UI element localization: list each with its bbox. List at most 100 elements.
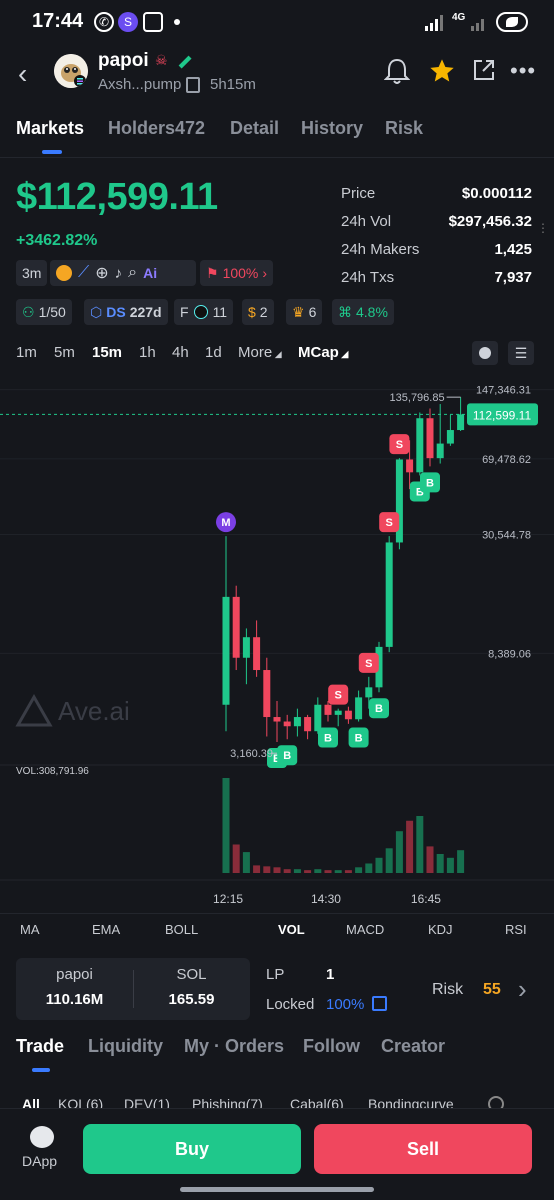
ind-macd[interactable]: MACD bbox=[346, 922, 384, 937]
ind-ema[interactable]: EMA bbox=[92, 922, 120, 937]
stat-label-txs: 24h Txs bbox=[341, 269, 395, 286]
marker-label: S bbox=[386, 517, 393, 529]
tab-liquidity[interactable]: Liquidity bbox=[88, 1036, 163, 1057]
share-icon[interactable] bbox=[472, 58, 496, 82]
bell-icon[interactable] bbox=[384, 57, 410, 85]
risk-chevron-icon[interactable]: › bbox=[518, 974, 527, 1005]
tab-creator[interactable]: Creator bbox=[381, 1036, 445, 1057]
settings-icon[interactable]: ☰ bbox=[508, 341, 534, 365]
tab-detail[interactable]: Detail bbox=[230, 118, 279, 139]
watermark-text: Ave.ai bbox=[58, 696, 130, 726]
tf-more[interactable]: More ◢ bbox=[238, 344, 282, 361]
high-marker-label: 135,796.85 bbox=[390, 392, 445, 404]
token-address[interactable]: Axsh...pump bbox=[98, 76, 181, 93]
volume-bar bbox=[293, 869, 301, 873]
f-chip[interactable]: F 11 bbox=[174, 299, 234, 325]
stat-label-price: Price bbox=[341, 185, 376, 202]
bag-chip[interactable]: $ 2 bbox=[242, 299, 274, 325]
external-link-icon[interactable] bbox=[372, 996, 387, 1011]
caret-icon: ◢ bbox=[272, 349, 282, 359]
candle-body bbox=[344, 710, 352, 720]
filter-row: All KOL(6) DEV(1) Phishing(7) Cabal(6) B… bbox=[0, 1086, 554, 1110]
tiktok-icon[interactable]: ♪ bbox=[115, 265, 123, 282]
volume-label: VOL:308,791.96 bbox=[16, 766, 89, 777]
locked-label: Locked bbox=[266, 996, 315, 1013]
tab-history[interactable]: History bbox=[301, 118, 363, 139]
globe-icon[interactable]: ⊕ bbox=[95, 263, 108, 283]
pool-left-value: 110.16M bbox=[45, 991, 104, 1008]
coin-icon[interactable] bbox=[56, 265, 72, 281]
trophy-chip[interactable]: ♛ 6 bbox=[286, 299, 323, 325]
marker-label: B bbox=[324, 733, 332, 745]
price-chart[interactable]: Ave.ai MB BBSBSBSBBS 147,346.3169,478.623… bbox=[0, 368, 554, 913]
tf-mcap[interactable]: MCap ◢ bbox=[298, 344, 348, 361]
sell-button[interactable]: Sell bbox=[314, 1124, 532, 1174]
bundle-chip[interactable]: ⚑ 100% › bbox=[200, 260, 274, 286]
candle-body bbox=[334, 710, 342, 715]
candle-body bbox=[385, 542, 393, 647]
volume-bar bbox=[232, 844, 240, 873]
f-count: 11 bbox=[212, 304, 228, 320]
tf-1m[interactable]: 1m bbox=[16, 344, 37, 361]
more-icon[interactable]: ••• bbox=[510, 58, 536, 84]
dapp-label[interactable]: DApp bbox=[22, 1153, 57, 1169]
drawing-tools-icon[interactable] bbox=[472, 341, 498, 365]
volume-bar bbox=[344, 870, 352, 873]
trade-tab-underline bbox=[32, 1068, 50, 1072]
pct-value: 4.8% bbox=[356, 304, 388, 320]
risk-label: Risk bbox=[432, 981, 464, 998]
tab-my-orders[interactable]: My · Orders bbox=[184, 1036, 284, 1057]
candle-body bbox=[436, 443, 444, 459]
signal-icon bbox=[425, 15, 443, 31]
current-price-label: 112,599.11 bbox=[473, 408, 532, 422]
ai-icon[interactable]: Ai bbox=[143, 265, 157, 281]
ind-boll[interactable]: BOLL bbox=[165, 922, 198, 937]
whatsapp-icon: ✆ bbox=[94, 12, 114, 32]
ind-ma[interactable]: MA bbox=[20, 922, 40, 937]
status-time: 17:44 bbox=[32, 10, 84, 32]
holders-chip[interactable]: ⚇ 1/50 bbox=[16, 299, 72, 325]
tf-4h[interactable]: 4h bbox=[172, 344, 189, 361]
pct-chip[interactable]: ⌘ 4.8% bbox=[332, 299, 394, 325]
marker-label: S bbox=[335, 690, 342, 702]
tf-1h[interactable]: 1h bbox=[139, 344, 156, 361]
tf-1d[interactable]: 1d bbox=[205, 344, 222, 361]
volume-bar bbox=[416, 816, 424, 873]
candle-body bbox=[242, 637, 250, 658]
screenshot-icon bbox=[143, 12, 163, 32]
volume-bar bbox=[375, 857, 383, 873]
drag-handle-icon[interactable]: ⋮ bbox=[537, 222, 549, 234]
tab-follow[interactable]: Follow bbox=[303, 1036, 360, 1057]
back-button[interactable]: ‹ bbox=[18, 58, 27, 90]
ind-vol[interactable]: VOL bbox=[278, 922, 305, 937]
shield-icon: ⬡ bbox=[90, 303, 103, 320]
tab-markets[interactable]: Markets bbox=[16, 118, 84, 139]
tf-more-label: More bbox=[238, 344, 273, 361]
marker-label: S bbox=[396, 439, 403, 451]
pool-left-name: papoi bbox=[56, 966, 93, 983]
dapp-icon[interactable] bbox=[30, 1126, 54, 1148]
search-icon[interactable]: ⌕ bbox=[128, 264, 137, 282]
tf-15m[interactable]: 15m bbox=[92, 344, 122, 361]
feather-icon[interactable]: ⟋ bbox=[78, 264, 89, 282]
tab-risk[interactable]: Risk bbox=[385, 118, 423, 139]
star-icon[interactable] bbox=[428, 57, 456, 85]
ind-kdj[interactable]: KDJ bbox=[428, 922, 453, 937]
tf-5m[interactable]: 5m bbox=[54, 344, 75, 361]
stat-label-makers: 24h Makers bbox=[341, 241, 420, 258]
token-age: 5h15m bbox=[210, 76, 256, 93]
caret-icon: ◢ bbox=[338, 349, 349, 359]
copy-icon[interactable] bbox=[186, 77, 200, 93]
buy-button[interactable]: Buy bbox=[83, 1124, 301, 1174]
tab-trade[interactable]: Trade bbox=[16, 1036, 64, 1057]
user-icon: ⚇ bbox=[22, 303, 35, 320]
volume-bar bbox=[446, 857, 454, 873]
divider bbox=[0, 157, 554, 158]
volume-bar bbox=[304, 870, 312, 873]
candle-body bbox=[406, 459, 414, 473]
candle-body bbox=[314, 704, 322, 732]
ind-rsi[interactable]: RSI bbox=[505, 922, 527, 937]
volume-bar bbox=[355, 867, 363, 873]
tab-holders[interactable]: Holders472 bbox=[108, 118, 205, 139]
ds-chip[interactable]: ⬡ DS 227d bbox=[84, 299, 168, 325]
